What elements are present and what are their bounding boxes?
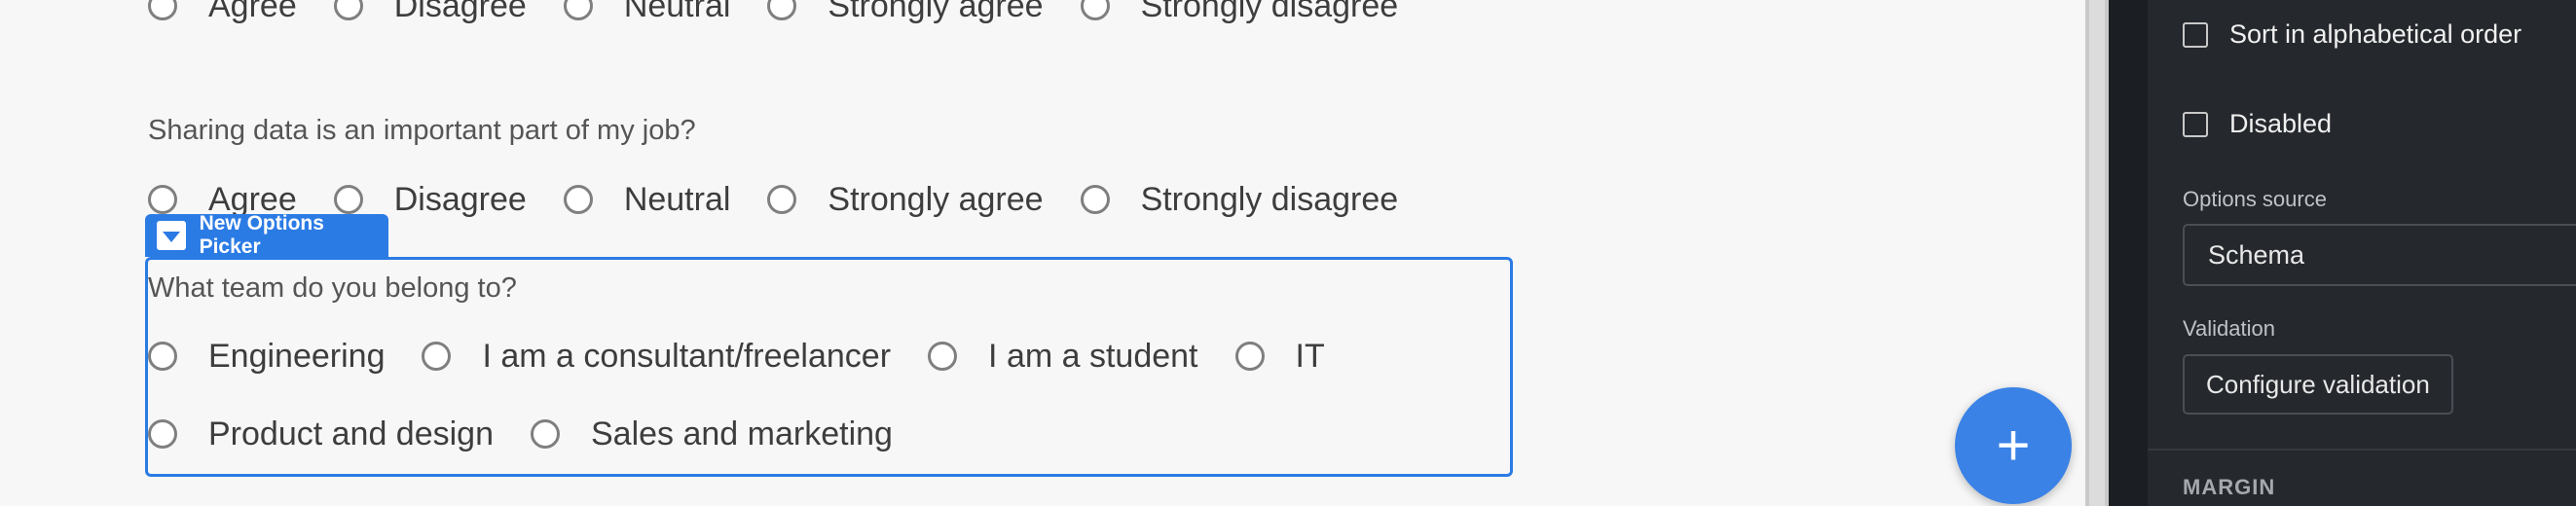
- checkbox-box[interactable]: [2183, 111, 2208, 137]
- radio-button[interactable]: [928, 342, 958, 371]
- question-3-options-row-2: Product and design Sales and marketing: [148, 415, 930, 453]
- radio-option[interactable]: Strongly agree: [767, 180, 1044, 219]
- radio-button[interactable]: [1234, 342, 1265, 371]
- dropdown-icon[interactable]: [157, 221, 186, 250]
- radio-label: Neutral: [623, 180, 731, 218]
- radio-option[interactable]: I am a consultant/freelancer: [422, 338, 891, 376]
- radio-button[interactable]: [148, 185, 177, 214]
- question-1-options: Agree Disagree Neutral Strongly agree St…: [148, 0, 1435, 25]
- section-divider: [2148, 449, 2576, 451]
- radio-label: Strongly disagree: [1140, 180, 1399, 218]
- radio-option[interactable]: Engineering: [148, 338, 385, 376]
- radio-label: Product and design: [208, 415, 494, 452]
- radio-label: Neutral: [623, 0, 731, 24]
- checkbox-label: Disabled: [2229, 109, 2333, 138]
- add-component-button[interactable]: +: [1955, 387, 2072, 504]
- checkbox-box[interactable]: [2183, 21, 2208, 48]
- radio-label: Agree: [208, 0, 297, 24]
- canvas-scrollbar[interactable]: [2085, 0, 2109, 506]
- radio-label: Strongly disagree: [1140, 0, 1399, 24]
- options-source-select[interactable]: Schema: [2183, 224, 2576, 286]
- radio-label: Sales and marketing: [590, 415, 893, 452]
- radio-button[interactable]: [767, 0, 797, 20]
- radio-button[interactable]: [530, 419, 560, 449]
- radio-option[interactable]: Strongly disagree: [1080, 180, 1399, 219]
- radio-label: Strongly agree: [828, 180, 1044, 218]
- radio-option[interactable]: Product and design: [148, 416, 494, 453]
- plus-icon: +: [1996, 413, 2031, 478]
- properties-panel: Sort in alphabetical order Disabled Opti…: [2148, 0, 2576, 506]
- radio-option[interactable]: Strongly disagree: [1080, 0, 1399, 25]
- radio-option[interactable]: Neutral: [563, 0, 731, 25]
- selected-component-name: New Options Picker: [199, 212, 324, 258]
- radio-button[interactable]: [148, 419, 177, 449]
- radio-button[interactable]: [767, 185, 797, 214]
- disabled-checkbox[interactable]: Disabled: [2183, 109, 2332, 139]
- radio-label: I am a student: [988, 337, 1198, 375]
- sort-alphabetical-checkbox[interactable]: Sort in alphabetical order: [2183, 19, 2521, 50]
- scrollbar-thumb[interactable]: [2089, 0, 2105, 506]
- validation-label: Validation: [2183, 316, 2275, 341]
- radio-button[interactable]: [1080, 185, 1110, 214]
- radio-label: IT: [1295, 337, 1325, 375]
- radio-option[interactable]: Agree: [148, 0, 297, 25]
- radio-button[interactable]: [148, 342, 177, 371]
- radio-label: Strongly agree: [828, 0, 1044, 24]
- radio-button[interactable]: [148, 0, 177, 20]
- radio-label: Disagree: [393, 0, 527, 24]
- options-source-label: Options source: [2183, 187, 2327, 211]
- radio-button[interactable]: [563, 0, 593, 20]
- radio-option[interactable]: Disagree: [333, 0, 527, 25]
- radio-option[interactable]: IT: [1234, 337, 1325, 376]
- radio-option[interactable]: Strongly agree: [767, 0, 1044, 25]
- question-3-options-row-1: Engineering I am a consultant/freelancer…: [148, 337, 1362, 376]
- radio-button[interactable]: [563, 185, 593, 214]
- selected-component-tag[interactable]: New Options Picker: [145, 212, 388, 258]
- radio-option[interactable]: Neutral: [563, 180, 731, 219]
- radio-label: Engineering: [208, 337, 386, 375]
- panel-edge: [2109, 0, 2148, 506]
- checkbox-label: Sort in alphabetical order: [2229, 19, 2522, 49]
- radio-label: I am a consultant/freelancer: [482, 337, 892, 375]
- question-2-label: Sharing data is an important part of my …: [148, 115, 696, 146]
- question-3-label: What team do you belong to?: [148, 272, 517, 304]
- radio-button[interactable]: [333, 0, 363, 20]
- configure-validation-button[interactable]: Configure validation: [2183, 354, 2453, 415]
- margin-section-title: MARGIN: [2183, 475, 2276, 499]
- form-canvas: Agree Disagree Neutral Strongly agree St…: [0, 0, 2085, 506]
- radio-button[interactable]: [1080, 0, 1110, 20]
- radio-button[interactable]: [422, 342, 452, 371]
- radio-option[interactable]: I am a student: [928, 337, 1198, 376]
- radio-label: Disagree: [393, 180, 527, 218]
- options-source-value: Schema: [2208, 239, 2305, 270]
- radio-option[interactable]: Sales and marketing: [530, 415, 893, 453]
- radio-button[interactable]: [333, 185, 363, 214]
